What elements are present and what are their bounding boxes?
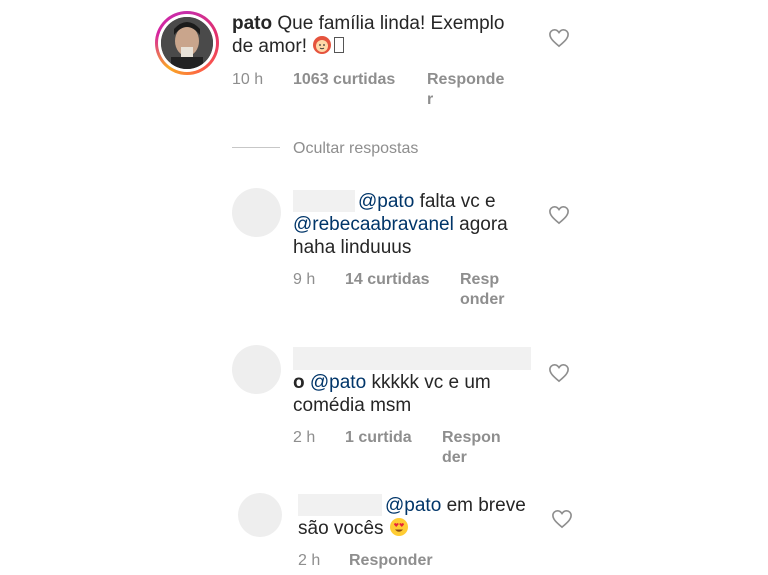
reply-label-line-2: der bbox=[442, 449, 467, 466]
reply-3-line-1: @pato em breve bbox=[298, 494, 548, 517]
mention-link[interactable]: @pato bbox=[385, 495, 441, 516]
reply-label-line-1: Responde bbox=[427, 71, 505, 88]
likes-count: 1 curtida bbox=[345, 429, 412, 446]
replies-divider bbox=[232, 147, 280, 148]
reply-1-text: @pato falta vc e @rebecaabravanel agora … bbox=[293, 190, 553, 259]
heart-eyes-emoji bbox=[389, 517, 409, 543]
likes-count: 14 curtidas bbox=[345, 271, 430, 288]
reply-label-line-2: r bbox=[427, 91, 434, 108]
reply-body: kkkkk vc e um bbox=[371, 372, 491, 393]
reply-2-line-1: o @pato kkkkk vc e um bbox=[293, 371, 553, 394]
mention-link[interactable]: @pato bbox=[310, 372, 366, 393]
avatar[interactable] bbox=[232, 188, 281, 237]
reply-3-line-2: são vocês bbox=[298, 517, 548, 543]
avatar[interactable] bbox=[232, 345, 281, 394]
reply-button[interactable]: Respon der bbox=[442, 428, 501, 468]
avatar-story-ring[interactable] bbox=[155, 11, 219, 75]
reply-1-line-1: @pato falta vc e bbox=[293, 190, 553, 213]
comment-body-line-2: de amor! bbox=[232, 36, 307, 57]
avatar bbox=[161, 17, 213, 69]
reply-likes[interactable]: 1 curtida bbox=[345, 428, 412, 448]
main-comment-line-2: de amor! bbox=[232, 35, 542, 61]
reply-label: Responder bbox=[349, 552, 433, 569]
reply-label-line-1: Resp bbox=[460, 271, 500, 288]
reply-label-line-2: onder bbox=[460, 291, 505, 308]
person-red-hair-emoji bbox=[312, 35, 332, 61]
reply-body: comédia msm bbox=[293, 395, 412, 416]
reply-3-text: @pato em breve são vocês bbox=[298, 494, 548, 543]
like-heart-icon[interactable] bbox=[548, 28, 570, 48]
main-comment-line-1: pato Que família linda! Exemplo bbox=[232, 12, 542, 35]
reply-body: em breve bbox=[446, 495, 526, 516]
reply-button[interactable]: Responde r bbox=[427, 70, 504, 110]
reply-1-line-2: @rebecaabravanel agora bbox=[293, 213, 553, 236]
reply-body: haha linduuus bbox=[293, 237, 412, 258]
reply-likes[interactable]: 14 curtidas bbox=[345, 270, 429, 290]
like-heart-icon[interactable] bbox=[548, 363, 570, 383]
avatar-ring-gap bbox=[158, 14, 216, 72]
mention-link[interactable]: @pato bbox=[358, 191, 414, 212]
reply-2-text: o @pato kkkkk vc e um comédia msm bbox=[293, 371, 553, 417]
comment-username[interactable]: pato bbox=[232, 13, 272, 34]
like-heart-icon[interactable] bbox=[548, 205, 570, 225]
missing-glyph-icon bbox=[334, 37, 345, 53]
reply-time: 2 h bbox=[298, 552, 321, 569]
reply-body: agora bbox=[459, 214, 508, 235]
main-comment-text: pato Que família linda! Exemplo de amor! bbox=[232, 12, 542, 61]
mention-link[interactable]: @rebecaabravanel bbox=[293, 214, 454, 235]
reply-button[interactable]: Resp onder bbox=[460, 270, 504, 310]
reply-label-line-1: Respon bbox=[442, 429, 501, 446]
reply-body: falta vc e bbox=[419, 191, 496, 212]
avatar-photo bbox=[161, 17, 213, 69]
avatar[interactable] bbox=[238, 493, 282, 537]
reply-time: 9 h bbox=[293, 271, 316, 288]
reply-body: são vocês bbox=[298, 518, 384, 539]
main-comment-likes[interactable]: 1063 curtidas bbox=[293, 70, 395, 90]
comment-body-line-1: Que família linda! Exemplo bbox=[277, 13, 505, 34]
redacted-username bbox=[293, 347, 531, 370]
like-heart-icon[interactable] bbox=[551, 509, 573, 529]
reply-prefix: o bbox=[293, 372, 305, 393]
reply-button[interactable]: Responder bbox=[349, 551, 433, 571]
reply-time: 2 h bbox=[293, 429, 316, 446]
likes-count: 1063 curtidas bbox=[293, 71, 396, 88]
hide-replies-button[interactable]: Ocultar respostas bbox=[293, 139, 418, 159]
main-comment-time: 10 h bbox=[232, 71, 264, 88]
